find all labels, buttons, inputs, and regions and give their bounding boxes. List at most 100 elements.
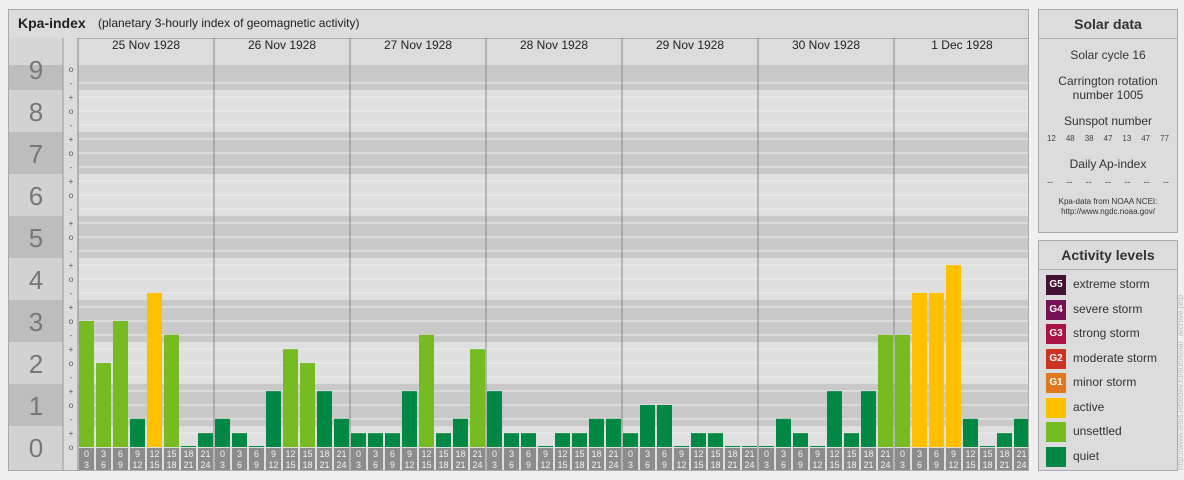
day-label: 25 Nov 1928 xyxy=(112,38,180,52)
interval-end: 3 xyxy=(356,460,361,470)
kp-bar xyxy=(606,418,621,447)
activity-level-swatch xyxy=(1046,446,1066,467)
minor-tick-label: - xyxy=(70,205,73,214)
interval-start: 9 xyxy=(679,449,684,459)
solar-data-panel: Solar data Solar cycle 16 Carrington rot… xyxy=(1038,9,1178,233)
interval-end: 24 xyxy=(472,460,482,470)
minor-tick-label: o xyxy=(69,149,74,158)
activity-level-item: unsettled xyxy=(1046,422,1176,442)
minor-tick-label: + xyxy=(69,177,74,186)
minor-tick-label: o xyxy=(69,65,74,74)
kp-bar xyxy=(793,433,808,447)
interval-end: 6 xyxy=(373,460,378,470)
interval-start: 6 xyxy=(118,449,123,459)
source-watermark: http://www.tesis.lebedev.ru/sun/solar_ar… xyxy=(1176,294,1184,470)
kp-bar xyxy=(946,265,961,447)
activity-level-item: quiet xyxy=(1046,446,1176,467)
kpa-chart-panel: Kpa-index (planetary 3-hourly index of g… xyxy=(8,9,1029,471)
minor-tick-label: + xyxy=(69,387,74,396)
interval-end: 12 xyxy=(132,460,142,470)
kp-bar xyxy=(334,418,349,447)
activity-level-label: active xyxy=(1073,399,1105,414)
activity-level-swatch: G3 xyxy=(1046,324,1066,344)
activity-level-label: strong storm xyxy=(1073,326,1140,340)
interval-start: 9 xyxy=(271,449,276,459)
interval-start: 0 xyxy=(628,449,633,459)
interval-end: 12 xyxy=(404,460,414,470)
interval-start: 3 xyxy=(645,449,650,459)
interval-start: 12 xyxy=(285,449,295,459)
ap-value: -- xyxy=(1124,177,1131,187)
activity-level-item: G5 extreme storm xyxy=(1046,275,1176,295)
interval-start: 12 xyxy=(149,449,159,459)
kp-bar xyxy=(997,433,1012,447)
interval-end: 21 xyxy=(727,460,737,470)
interval-end: 12 xyxy=(268,460,278,470)
kp-bar xyxy=(300,363,315,447)
interval-start: 3 xyxy=(237,449,242,459)
interval-start: 3 xyxy=(781,449,786,459)
interval-end: 15 xyxy=(421,460,431,470)
activity-level-swatch: G5 xyxy=(1046,275,1066,295)
interval-start: 12 xyxy=(693,449,703,459)
kp-bar xyxy=(317,391,332,447)
y-tick-label: 1 xyxy=(29,391,43,421)
interval-end: 3 xyxy=(628,460,633,470)
minor-tick-label: o xyxy=(69,317,74,326)
kp-bar xyxy=(895,334,910,447)
activity-level-label: quiet xyxy=(1073,448,1100,463)
interval-end: 18 xyxy=(574,460,584,470)
y-tick-label: 7 xyxy=(29,139,43,169)
interval-end: 21 xyxy=(183,460,193,470)
interval-start: 9 xyxy=(815,449,820,459)
kp-bar xyxy=(198,433,213,447)
interval-start: 0 xyxy=(356,449,361,459)
kp-bar xyxy=(640,405,655,447)
interval-end: 12 xyxy=(812,460,822,470)
interval-start: 12 xyxy=(965,449,975,459)
interval-end: 3 xyxy=(220,460,225,470)
interval-start: 18 xyxy=(591,449,601,459)
interval-start: 15 xyxy=(846,449,856,459)
interval-end: 9 xyxy=(390,460,395,470)
interval-start: 15 xyxy=(574,449,584,459)
minor-tick-label: - xyxy=(70,121,73,130)
day-label: 1 Dec 1928 xyxy=(931,38,993,52)
kp-bar xyxy=(215,418,230,447)
kp-bar xyxy=(504,433,519,447)
interval-start: 18 xyxy=(183,449,193,459)
interval-start: 18 xyxy=(455,449,465,459)
day-label: 27 Nov 1928 xyxy=(384,38,452,52)
activity-level-label: unsettled xyxy=(1073,424,1122,438)
kpa-plot: 0123456789o+-o+-o+-o+-o+-o+-o+-o+-o+-o25… xyxy=(9,38,1028,470)
y-tick-label: 2 xyxy=(29,349,43,379)
interval-start: 12 xyxy=(829,449,839,459)
activity-level-item: G2 moderate storm xyxy=(1046,348,1176,369)
interval-start: 6 xyxy=(798,449,803,459)
interval-start: 21 xyxy=(880,449,890,459)
minor-tick-label: o xyxy=(69,401,74,410)
day-label: 29 Nov 1928 xyxy=(656,38,724,52)
ap-value: -- xyxy=(1047,177,1053,187)
activity-level-swatch: G4 xyxy=(1046,299,1066,320)
interval-end: 15 xyxy=(285,460,295,470)
interval-end: 6 xyxy=(101,460,106,470)
day-label: 30 Nov 1928 xyxy=(792,38,860,52)
interval-start: 21 xyxy=(472,449,482,459)
minor-tick-label: o xyxy=(69,191,74,200)
ap-index-label: Daily Ap-index xyxy=(1069,157,1147,171)
interval-start: 12 xyxy=(557,449,567,459)
minor-tick-label: + xyxy=(69,261,74,270)
interval-start: 18 xyxy=(863,449,873,459)
kp-bar xyxy=(691,433,706,447)
y-tick-label: 0 xyxy=(29,433,43,463)
interval-end: 21 xyxy=(319,460,329,470)
activity-level-label: moderate storm xyxy=(1073,350,1158,365)
interval-end: 3 xyxy=(764,460,769,470)
interval-start: 6 xyxy=(934,449,939,459)
kp-bar xyxy=(963,418,978,447)
interval-start: 0 xyxy=(84,449,89,459)
activity-level-label: minor storm xyxy=(1073,375,1137,389)
interval-start: 21 xyxy=(336,449,346,459)
kp-bar xyxy=(878,334,893,447)
